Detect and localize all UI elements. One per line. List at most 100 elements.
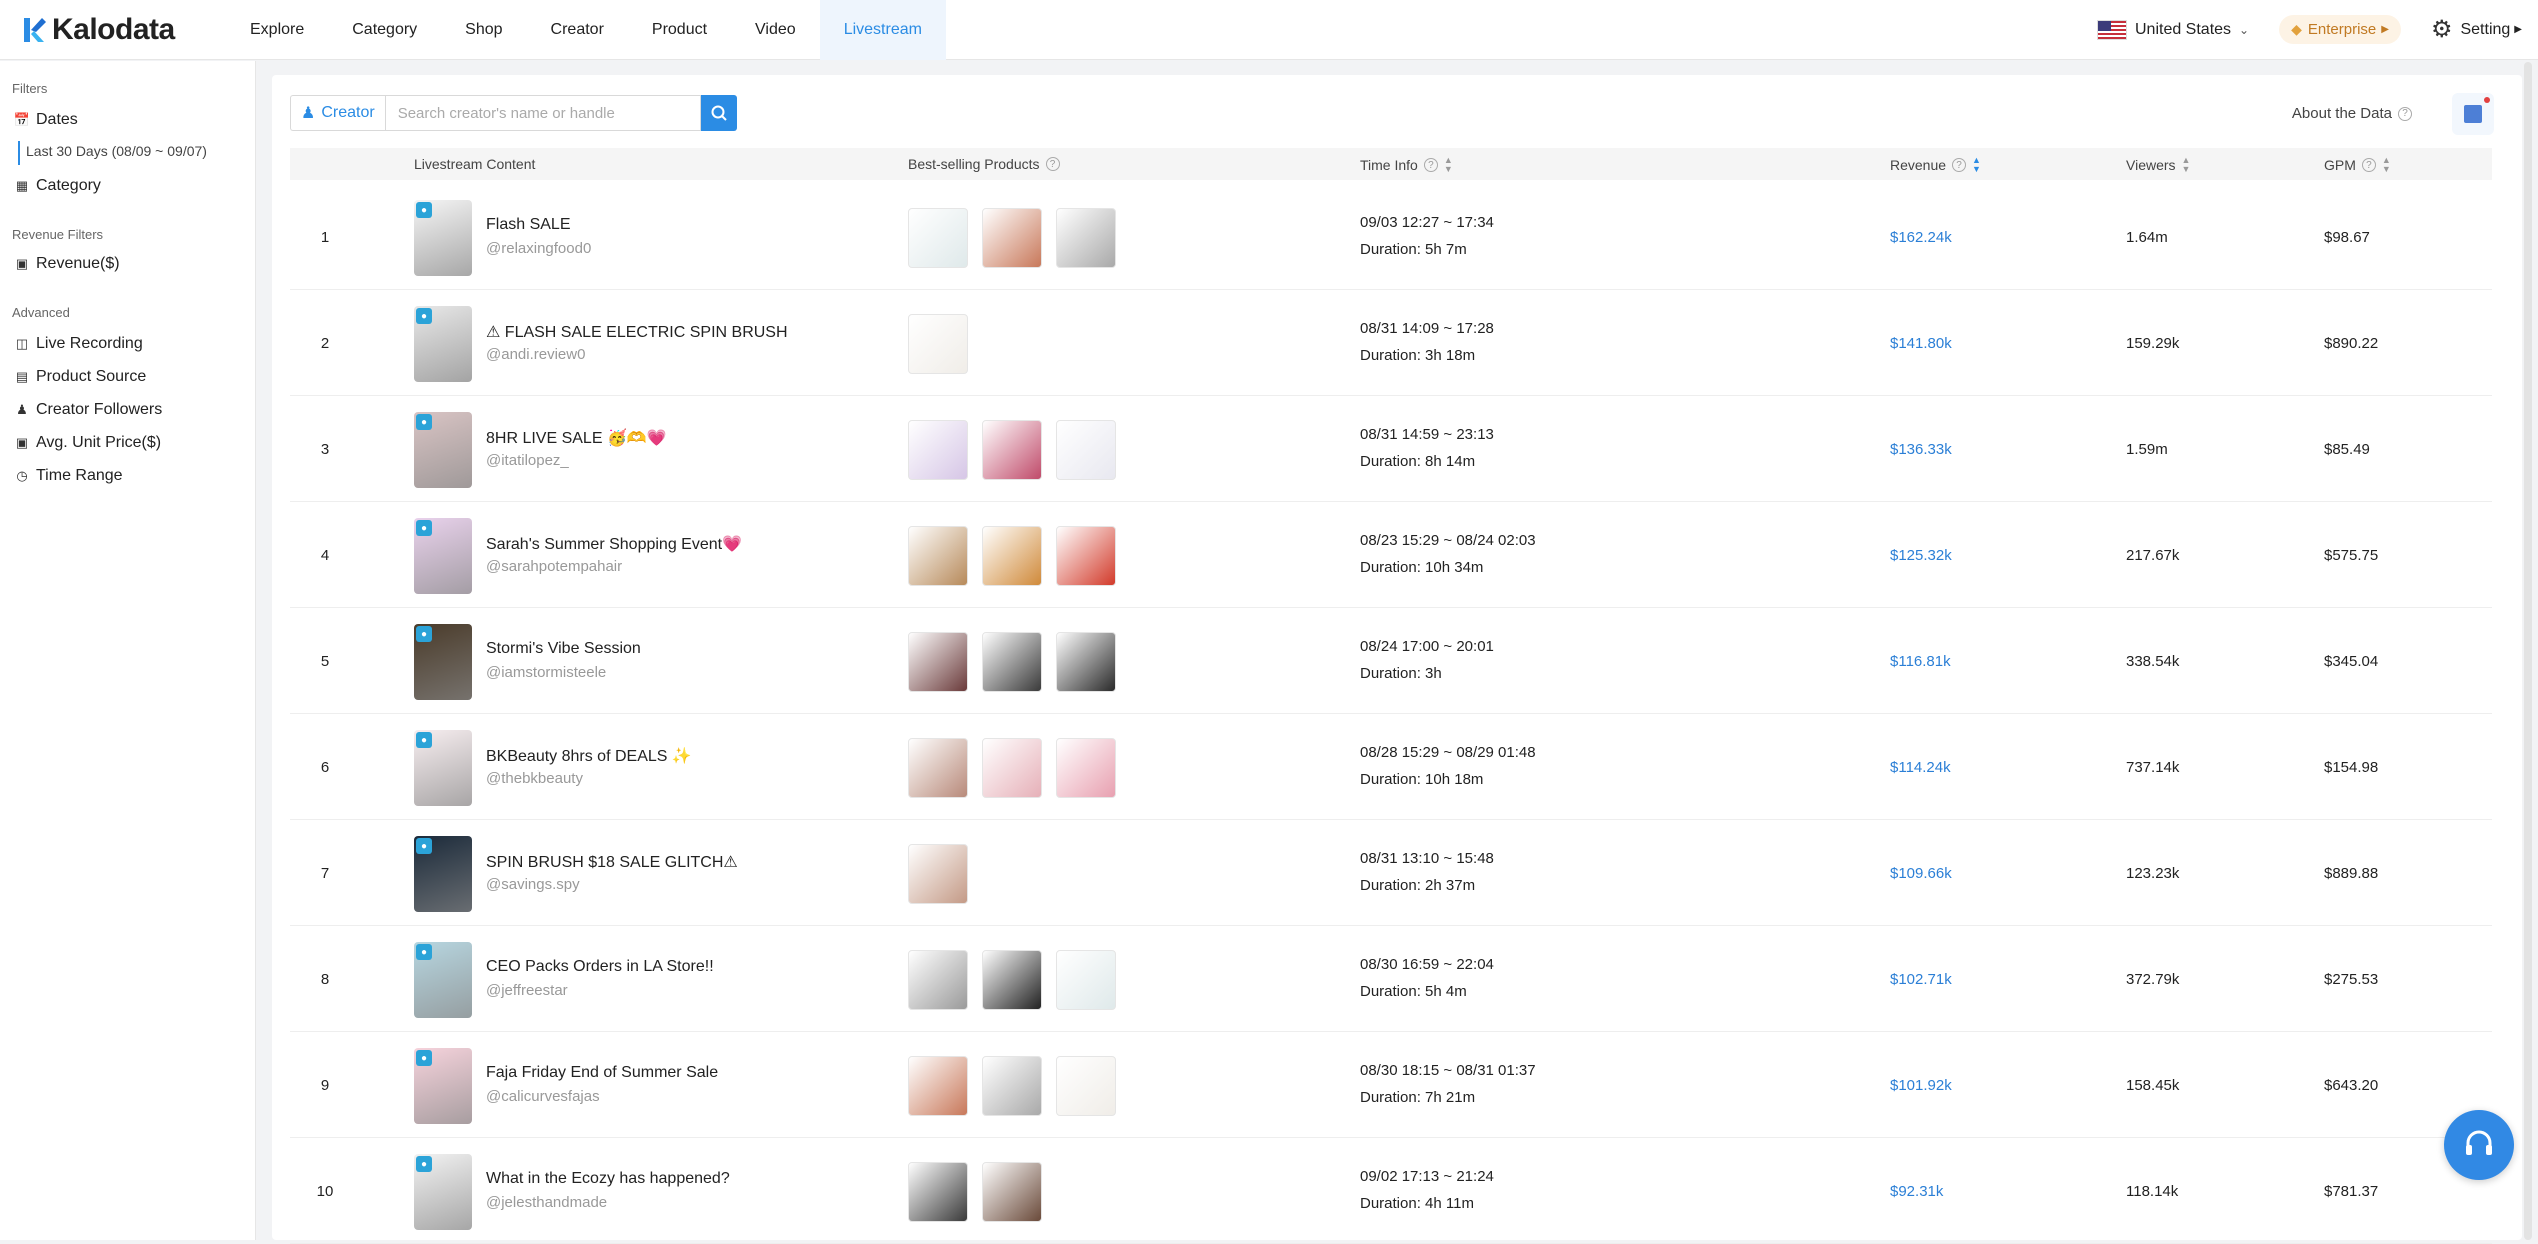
product-thumbnail[interactable] (982, 738, 1042, 798)
creator-handle[interactable]: @sarahpotempahair (486, 558, 622, 575)
product-thumbnail[interactable] (908, 314, 968, 374)
nav-category[interactable]: Category (328, 0, 441, 60)
product-thumbnail[interactable] (982, 208, 1042, 268)
product-thumbnail[interactable] (1056, 420, 1116, 480)
filter-category[interactable]: ▦ Category (14, 177, 101, 195)
creator-handle[interactable]: @jeffreestar (486, 982, 568, 999)
revenue-value[interactable]: $162.24k (1890, 229, 1952, 246)
table-row[interactable]: 4 ● Sarah's Summer Shopping Event💗 @sarahpo… (290, 502, 2492, 608)
product-thumbnail[interactable] (908, 738, 968, 798)
product-thumbnail[interactable] (908, 844, 968, 904)
product-thumbnail[interactable] (982, 420, 1042, 480)
customer-support-button[interactable] (2444, 1110, 2514, 1180)
creator-handle[interactable]: @savings.spy (486, 876, 580, 893)
col-gpm[interactable]: GPM? ▲ ▼ (2324, 156, 2391, 174)
product-thumbnail[interactable] (1056, 738, 1116, 798)
col-time-info[interactable]: Time Info? ▲ ▼ (1360, 156, 1453, 174)
revenue-value[interactable]: $141.80k (1890, 335, 1952, 352)
product-thumbnail[interactable] (908, 208, 968, 268)
filter-revenue[interactable]: ▣ Revenue($) (14, 255, 120, 273)
creator-handle[interactable]: @relaxingfood0 (486, 240, 591, 257)
nav-product[interactable]: Product (628, 0, 731, 60)
livestream-title[interactable]: Sarah's Summer Shopping Event💗 (486, 534, 742, 554)
product-thumbnail[interactable] (982, 950, 1042, 1010)
livestream-title[interactable]: SPIN BRUSH $18 SALE GLITCH⚠ (486, 852, 738, 872)
product-thumbnail[interactable] (982, 632, 1042, 692)
product-thumbnail[interactable] (1056, 950, 1116, 1010)
table-row[interactable]: 1 ● Flash SALE @relaxingfood0 09/03 12:27 ~ … (290, 184, 2492, 290)
revenue-value[interactable]: $125.32k (1890, 547, 1952, 564)
nav-livestream[interactable]: Livestream (819, 0, 946, 60)
table-row[interactable]: 2 ● ⚠ FLASH SALE ELECTRIC SPIN BRUSH @andi.… (290, 290, 2492, 396)
livestream-title[interactable]: CEO Packs Orders in LA Store!! (486, 958, 714, 976)
creator-handle[interactable]: @iamstormisteele (486, 664, 606, 681)
setting-button[interactable]: ⚙ Setting ▶ (2431, 15, 2522, 44)
help-icon[interactable]: ? (1045, 157, 1060, 171)
livestream-title[interactable]: Stormi's Vibe Session (486, 640, 641, 658)
livestream-thumbnail[interactable]: ● (414, 942, 472, 1018)
revenue-value[interactable]: $136.33k (1890, 441, 1952, 458)
filter-creator-followers[interactable]: ♟ Creator Followers (14, 401, 162, 419)
livestream-thumbnail[interactable]: ● (414, 306, 472, 382)
livestream-thumbnail[interactable]: ● (414, 1048, 472, 1124)
product-thumbnail[interactable] (1056, 526, 1116, 586)
livestream-title[interactable]: ⚠ FLASH SALE ELECTRIC SPIN BRUSH (486, 322, 788, 342)
product-thumbnail[interactable] (1056, 1056, 1116, 1116)
product-thumbnail[interactable] (908, 420, 968, 480)
nav-explore[interactable]: Explore (226, 0, 328, 60)
creator-handle[interactable]: @andi.review0 (486, 346, 585, 363)
table-row[interactable]: 5 ● Stormi's Vibe Session @iamstormisteele 0… (290, 608, 2492, 714)
revenue-value[interactable]: $101.92k (1890, 1077, 1952, 1094)
filter-avg-unit-price[interactable]: ▣ Avg. Unit Price($) (14, 434, 161, 452)
table-row[interactable]: 7 ● SPIN BRUSH $18 SALE GLITCH⚠ @savings.sp… (290, 820, 2492, 926)
product-thumbnail[interactable] (908, 632, 968, 692)
dates-range[interactable]: Last 30 Days (08/09 ~ 09/07) (18, 141, 207, 165)
livestream-thumbnail[interactable]: ● (414, 518, 472, 594)
product-thumbnail[interactable] (908, 526, 968, 586)
search-input[interactable] (384, 95, 701, 131)
revenue-value[interactable]: $92.31k (1890, 1183, 1943, 1200)
page-scrollbar[interactable] (2524, 62, 2532, 1240)
revenue-value[interactable]: $102.71k (1890, 971, 1952, 988)
livestream-thumbnail[interactable]: ● (414, 836, 472, 912)
livestream-title[interactable]: BKBeauty 8hrs of DEALS ✨ (486, 746, 692, 766)
search-button[interactable] (700, 95, 737, 131)
filter-dates[interactable]: 📅 Dates (14, 111, 78, 129)
creator-handle[interactable]: @thebkbeauty (486, 770, 583, 787)
revenue-value[interactable]: $116.81k (1890, 653, 1951, 670)
enterprise-badge[interactable]: ◆ Enterprise ▶ (2279, 15, 2401, 44)
nav-video[interactable]: Video (731, 0, 820, 60)
nav-creator[interactable]: Creator (527, 0, 628, 60)
livestream-title[interactable]: What in the Ecozy has happened? (486, 1170, 730, 1188)
table-row[interactable]: 6 ● BKBeauty 8hrs of DEALS ✨ @thebkbeauty 08… (290, 714, 2492, 820)
dashboard-icon[interactable] (2452, 93, 2494, 135)
livestream-thumbnail[interactable]: ● (414, 412, 472, 488)
livestream-thumbnail[interactable]: ● (414, 624, 472, 700)
nav-shop[interactable]: Shop (441, 0, 526, 60)
livestream-thumbnail[interactable]: ● (414, 1154, 472, 1230)
creator-handle[interactable]: @jelesthandmade (486, 1194, 607, 1211)
product-thumbnail[interactable] (908, 1056, 968, 1116)
country-selector[interactable]: United States ⌄ (2096, 19, 2249, 40)
table-row[interactable]: 8 ● CEO Packs Orders in LA Store!! @jeffree… (290, 926, 2492, 1032)
livestream-title[interactable]: Flash SALE (486, 216, 570, 234)
col-viewers[interactable]: Viewers ▲ ▼ (2126, 156, 2190, 174)
table-row[interactable]: 9 ● Faja Friday End of Summer Sale @calicur… (290, 1032, 2492, 1138)
livestream-title[interactable]: Faja Friday End of Summer Sale (486, 1064, 718, 1082)
livestream-thumbnail[interactable]: ● (414, 730, 472, 806)
livestream-title[interactable]: 8HR LIVE SALE 🥳🫶💗 (486, 428, 667, 448)
filter-live-recording[interactable]: ◫ Live Recording (14, 335, 143, 353)
filter-product-source[interactable]: ▤ Product Source (14, 368, 146, 386)
filter-time-range[interactable]: ◷ Time Range (14, 467, 122, 485)
col-revenue[interactable]: Revenue? ▲ ▼ (1890, 156, 1981, 174)
product-thumbnail[interactable] (982, 1162, 1042, 1222)
about-the-data-link[interactable]: About the Data ? (2292, 105, 2412, 122)
logo[interactable]: Kalodata (22, 13, 212, 47)
product-thumbnail[interactable] (908, 1162, 968, 1222)
product-thumbnail[interactable] (1056, 632, 1116, 692)
product-thumbnail[interactable] (982, 1056, 1042, 1116)
creator-handle[interactable]: @calicurvesfajas (486, 1088, 600, 1105)
revenue-value[interactable]: $109.66k (1890, 865, 1952, 882)
table-row[interactable]: 10 ● What in the Ecozy has happened? @jeles… (290, 1138, 2492, 1244)
search-type-selector[interactable]: ♟ Creator (290, 95, 385, 131)
